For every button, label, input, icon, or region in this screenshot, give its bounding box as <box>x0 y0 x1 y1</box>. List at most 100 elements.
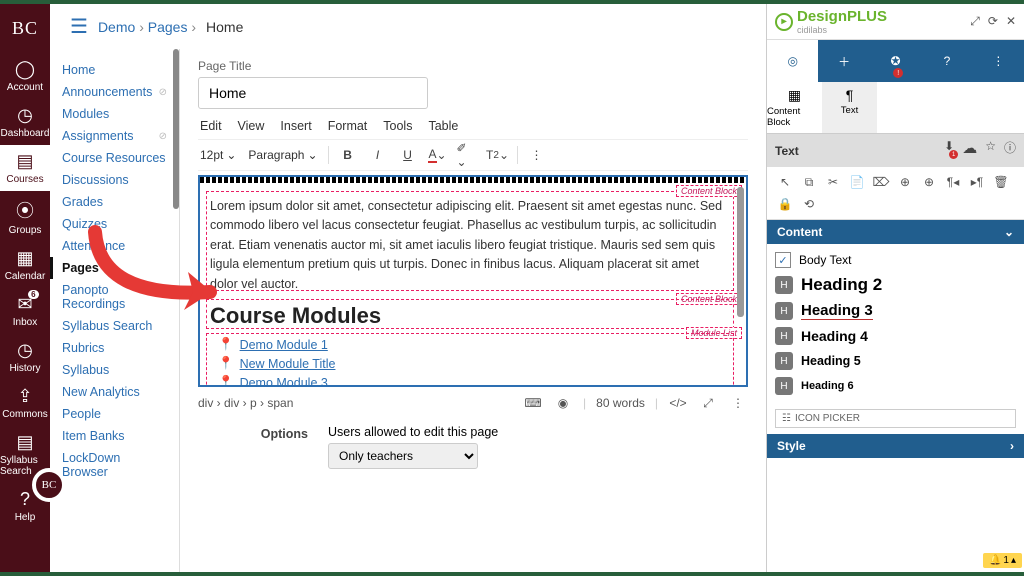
page-options: Options Users allowed to edit this page … <box>198 425 748 469</box>
dp-tab-more[interactable]: ⋮ <box>973 40 1024 82</box>
paste-icon[interactable]: 📄 <box>845 171 869 193</box>
element-path[interactable]: div › div › p › span <box>198 396 293 410</box>
move-up-icon[interactable]: ⊕ <box>893 171 917 193</box>
coursenav-pages[interactable]: Pages <box>50 257 179 279</box>
keyboard-icon[interactable]: ⌨ <box>523 393 543 413</box>
fullscreen-icon[interactable]: ⤢ <box>698 393 718 413</box>
nav-dashboard[interactable]: ◷Dashboard <box>0 99 50 145</box>
coursenav-discussions[interactable]: Discussions <box>50 169 179 191</box>
coursenav-new-analytics[interactable]: New Analytics <box>50 381 179 403</box>
html-view-icon[interactable]: </> <box>668 393 688 413</box>
dp-subtab-text[interactable]: ¶Text <box>822 82 877 133</box>
nav-courses[interactable]: ▤Courses <box>0 145 50 191</box>
highlight-icon[interactable]: ✐ ⌄ <box>457 144 479 166</box>
brand-logo[interactable]: BC <box>12 12 38 53</box>
body-paragraph[interactable]: Lorem ipsum dolor sit amet, consectetur … <box>210 197 730 294</box>
italic-icon[interactable]: I <box>367 144 389 166</box>
coursenav-announcements[interactable]: Announcements⊘ <box>50 81 179 103</box>
text-color-icon[interactable]: A ⌄ <box>427 144 449 166</box>
content-heading-3[interactable]: HHeading 3 <box>775 300 1016 322</box>
scrollbar[interactable] <box>737 187 744 317</box>
menu-edit[interactable]: Edit <box>200 119 222 133</box>
menu-view[interactable]: View <box>238 119 265 133</box>
menu-format[interactable]: Format <box>328 119 368 133</box>
font-size-select[interactable]: 12pt ⌄ <box>198 146 238 164</box>
dp-accordion-style[interactable]: Style› <box>767 434 1024 458</box>
nav-commons[interactable]: ⇪Commons <box>0 380 50 426</box>
coursenav-item-banks[interactable]: Item Banks <box>50 425 179 447</box>
coursenav-quizzes[interactable]: Quizzes <box>50 213 179 235</box>
designplus-logo: ▸ DesignPLUScidilabs <box>775 8 887 35</box>
nav-account[interactable]: ◯Account <box>0 53 50 99</box>
a11y-icon[interactable]: ◉ <box>553 393 573 413</box>
expand-icon[interactable]: ⤢ <box>970 14 980 29</box>
lock-icon[interactable]: 🔒 <box>773 193 797 215</box>
star-icon[interactable]: ☆ <box>985 139 996 162</box>
paragraph-select[interactable]: Paragraph ⌄ <box>246 146 319 164</box>
nav-history[interactable]: ◷History <box>0 334 50 380</box>
dp-subtab-content-block[interactable]: ▦Content Block <box>767 82 822 133</box>
move-down-icon[interactable]: ⊕ <box>917 171 941 193</box>
dp-tab-add[interactable]: ＋ <box>818 40 869 82</box>
cursor-icon[interactable]: ↖ <box>773 171 797 193</box>
menu-table[interactable]: Table <box>428 119 458 133</box>
heading-course-modules[interactable]: Course Modules <box>210 303 381 329</box>
bold-icon[interactable]: B <box>337 144 359 166</box>
content-heading-5[interactable]: HHeading 5 <box>775 350 1016 372</box>
cloud-icon[interactable]: ☁ <box>962 139 977 162</box>
avatar[interactable]: BC <box>32 468 66 502</box>
close-icon[interactable]: ✕ <box>1006 14 1016 29</box>
module-link[interactable]: 📍Demo Module 1 <box>218 335 730 354</box>
menu-insert[interactable]: Insert <box>280 119 311 133</box>
dp-tab-help[interactable]: ? <box>921 40 972 82</box>
module-link[interactable]: 📍New Module Title <box>218 354 730 373</box>
icon-picker-button[interactable]: ☷ ICON PICKER <box>775 409 1016 428</box>
coursenav-attendance[interactable]: Attendance <box>50 235 179 257</box>
clear-format-icon[interactable]: ⌦ <box>869 171 893 193</box>
trash-icon[interactable]: 🗑 <box>989 171 1013 193</box>
coursenav-people[interactable]: People <box>50 403 179 425</box>
download-icon[interactable]: ⬇1 <box>944 139 954 162</box>
coursenav-panopto-recordings[interactable]: Panopto Recordings <box>50 279 179 315</box>
menu-tools[interactable]: Tools <box>383 119 412 133</box>
copy-icon[interactable]: ⧉ <box>797 171 821 193</box>
module-link[interactable]: 📍Demo Module 3 <box>218 373 730 387</box>
coursenav-modules[interactable]: Modules <box>50 103 179 125</box>
edit-perm-select[interactable]: Only teachers <box>328 443 478 469</box>
content-heading-4[interactable]: HHeading 4 <box>775 325 1016 347</box>
sync-icon[interactable]: ⟲ <box>797 193 821 215</box>
coursenav-rubrics[interactable]: Rubrics <box>50 337 179 359</box>
word-count[interactable]: 80 words <box>596 396 645 410</box>
dp-tab-a11y[interactable]: ✪! <box>870 40 921 82</box>
info-icon[interactable]: ⓘ <box>1004 139 1016 162</box>
nav-inbox[interactable]: ✉6Inbox <box>0 288 50 334</box>
breadcrumb-link[interactable]: Demo <box>98 19 135 35</box>
content-heading-6[interactable]: HHeading 6 <box>775 375 1016 397</box>
more-footer-icon[interactable]: ⋮ <box>728 393 748 413</box>
rce-canvas[interactable]: Content Block Lorem ipsum dolor sit amet… <box>198 175 748 387</box>
coursenav-course-resources[interactable]: Course Resources <box>50 147 179 169</box>
cut-icon[interactable]: ✂ <box>821 171 845 193</box>
underline-icon[interactable]: U <box>397 144 419 166</box>
coursenav-assignments[interactable]: Assignments⊘ <box>50 125 179 147</box>
pilcrow-left-icon[interactable]: ¶◂ <box>941 171 965 193</box>
breadcrumb-link[interactable]: Pages <box>148 19 188 35</box>
superscript-icon[interactable]: T2 ⌄ <box>487 144 509 166</box>
coursenav-grades[interactable]: Grades <box>50 191 179 213</box>
coursenav-lockdown-browser[interactable]: LockDown Browser <box>50 447 179 483</box>
page-title-input[interactable] <box>198 77 428 109</box>
more-icon[interactable]: ⋮ <box>526 144 548 166</box>
dp-accordion-content[interactable]: Content⌄ <box>767 220 1024 244</box>
coursenav-syllabus[interactable]: Syllabus <box>50 359 179 381</box>
notification-badge[interactable]: 🔔1▴ <box>983 553 1022 568</box>
coursenav-syllabus-search[interactable]: Syllabus Search <box>50 315 179 337</box>
dp-tab-target[interactable]: ◎ <box>767 40 818 82</box>
nav-calendar[interactable]: ▦Calendar <box>0 242 50 288</box>
hamburger-icon[interactable]: ☰ <box>70 14 88 39</box>
nav-groups[interactable]: ⦿Groups <box>0 191 50 242</box>
refresh-icon[interactable]: ⟳ <box>988 14 998 29</box>
content-body-text[interactable]: ✓Body Text <box>775 250 1016 270</box>
coursenav-home[interactable]: Home <box>50 59 179 81</box>
pilcrow-right-icon[interactable]: ▸¶ <box>965 171 989 193</box>
content-heading-2[interactable]: HHeading 2 <box>775 273 1016 297</box>
